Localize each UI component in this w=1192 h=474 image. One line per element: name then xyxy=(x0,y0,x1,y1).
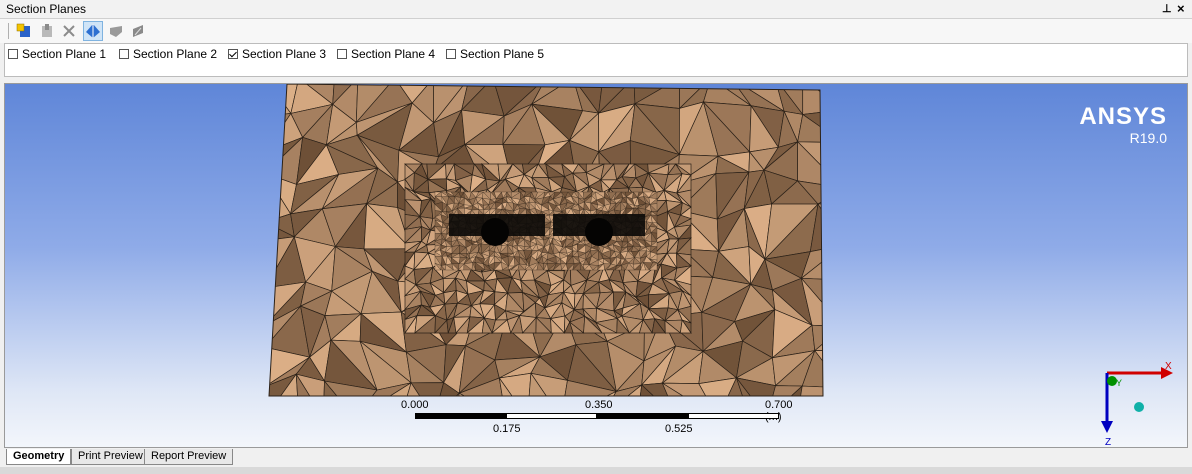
scale-segment xyxy=(506,413,597,419)
close-icon[interactable]: × xyxy=(1177,1,1185,16)
axis-triad[interactable]: X Z Y xyxy=(1095,359,1175,448)
x-axis-label: X xyxy=(1165,361,1172,372)
graphics-viewport[interactable]: ANSYS R19.0 0.000 0.350 0.700 (m) 0.175 … xyxy=(4,83,1188,448)
tab-geometry[interactable]: Geometry xyxy=(6,449,72,465)
mesh-element xyxy=(802,84,823,115)
show-section-icon[interactable] xyxy=(106,21,126,41)
section-plane-label: Section Plane 3 xyxy=(242,47,327,61)
mesh-model[interactable] xyxy=(5,84,1188,448)
pin-icon[interactable]: ⊥ xyxy=(1162,2,1172,15)
status-bar xyxy=(0,467,1192,474)
section-plane-5[interactable]: Section Plane 5 xyxy=(446,46,544,62)
section-plane-label: Section Plane 5 xyxy=(460,47,545,61)
scale-label: 0.700 (m) xyxy=(765,399,793,423)
section-plane-2[interactable]: Section Plane 2 xyxy=(119,46,217,62)
section-plane-4-checkbox[interactable] xyxy=(337,49,347,59)
section-plane-1[interactable]: Section Plane 1 xyxy=(8,46,106,62)
scale-label: 0.525 xyxy=(665,423,693,435)
brand-name: ANSYS xyxy=(1079,103,1167,130)
mesh-element xyxy=(811,324,823,352)
edit-section-plane-icon[interactable] xyxy=(37,21,57,41)
section-plane-4[interactable]: Section Plane 4 xyxy=(337,46,435,62)
section-plane-5-checkbox[interactable] xyxy=(446,49,456,59)
scale-segment xyxy=(415,413,506,419)
tab-report-preview[interactable]: Report Preview xyxy=(144,449,234,465)
view-tabs: Geometry Print Preview Report Preview xyxy=(0,448,1192,466)
delete-section-plane-icon[interactable] xyxy=(59,21,79,41)
scale-segment xyxy=(597,413,688,419)
toolbar-separator xyxy=(8,23,9,39)
section-plane-list: Section Plane 1 Section Plane 2 Section … xyxy=(4,43,1188,77)
scale-label: 0.350 xyxy=(585,399,613,411)
new-section-plane-icon[interactable] xyxy=(14,21,34,41)
scale-segment xyxy=(688,413,779,419)
scale-bar: 0.000 0.350 0.700 (m) 0.175 0.525 xyxy=(401,399,793,438)
scale-label: 0.000 xyxy=(401,399,429,411)
section-plane-2-checkbox[interactable] xyxy=(119,49,129,59)
z-axis-label: Z xyxy=(1105,437,1111,448)
y-axis-label: Y xyxy=(1116,378,1122,388)
ansys-brand: ANSYS R19.0 xyxy=(1079,103,1167,147)
section-plane-3-checkbox[interactable] xyxy=(228,49,238,59)
section-plane-label: Section Plane 2 xyxy=(133,47,218,61)
section-plane-label: Section Plane 1 xyxy=(22,47,107,61)
scale-label: 0.175 xyxy=(493,423,521,435)
mesh-element xyxy=(816,187,823,205)
brand-version: R19.0 xyxy=(1129,130,1167,146)
section-toolbar xyxy=(0,19,1192,43)
show-whole-elements-icon[interactable] xyxy=(83,21,103,41)
section-plane-1-checkbox[interactable] xyxy=(8,49,18,59)
panel-title: Section Planes xyxy=(6,2,87,16)
section-plane-label: Section Plane 4 xyxy=(351,47,436,61)
mesh-element xyxy=(796,385,823,396)
tab-print-preview[interactable]: Print Preview xyxy=(71,449,150,465)
dense-mesh-region xyxy=(481,218,509,246)
section-planes-titlebar: Section Planes ⊥ × xyxy=(0,0,1192,19)
section-plane-3[interactable]: Section Plane 3 xyxy=(228,46,326,62)
cap-section-icon[interactable] xyxy=(128,21,148,41)
iso-view-ball xyxy=(1134,402,1144,412)
dense-mesh-region xyxy=(585,218,613,246)
